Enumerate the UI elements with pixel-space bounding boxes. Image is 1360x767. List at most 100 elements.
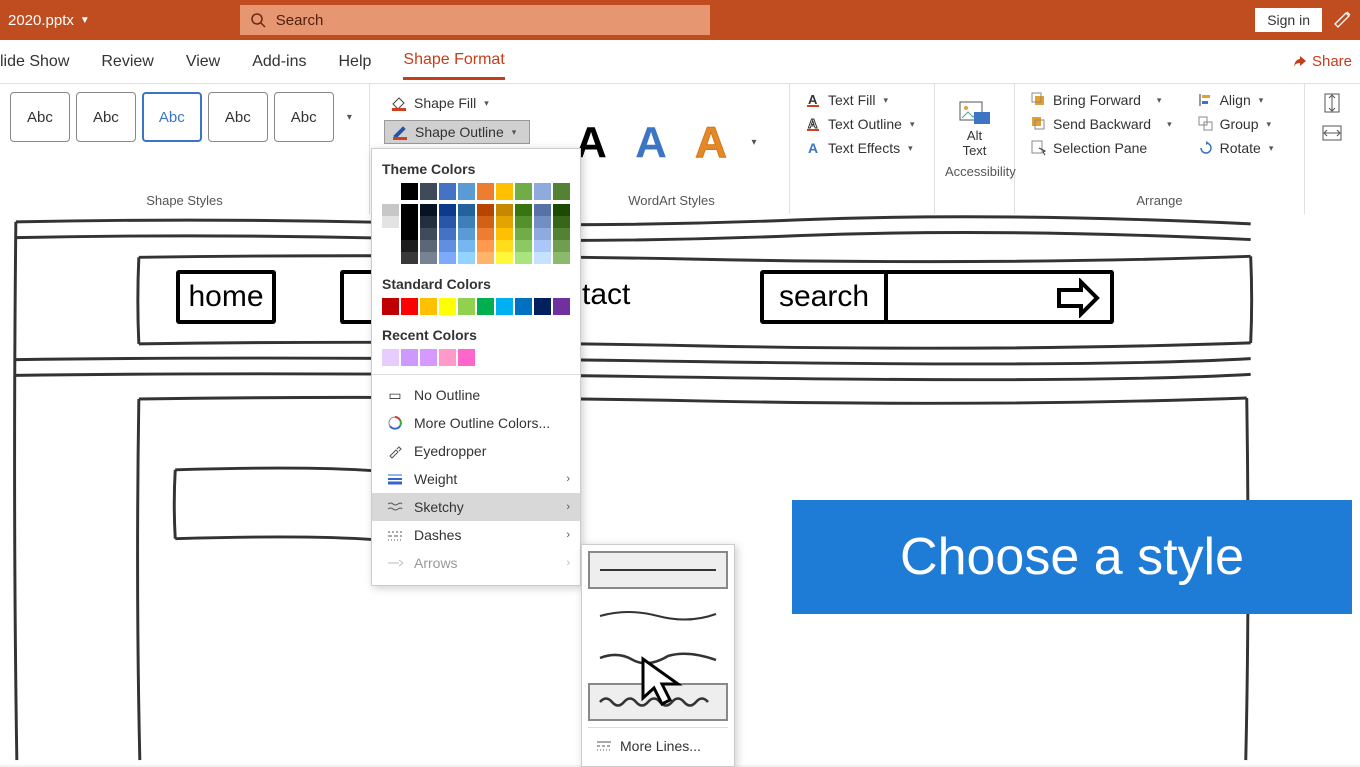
wordart-style-2[interactable]: A bbox=[624, 118, 678, 168]
shape-fill-button[interactable]: Shape Fill▾ bbox=[384, 92, 530, 114]
color-swatch[interactable] bbox=[534, 216, 551, 228]
color-swatch[interactable] bbox=[382, 204, 399, 216]
tab-addins[interactable]: Add-ins bbox=[252, 45, 306, 79]
signin-button[interactable]: Sign in bbox=[1255, 8, 1322, 32]
text-effects-button[interactable]: AText Effects▾ bbox=[806, 140, 924, 156]
dd-weight[interactable]: Weight› bbox=[372, 465, 580, 493]
color-swatch[interactable] bbox=[420, 349, 437, 366]
color-swatch[interactable] bbox=[420, 216, 437, 228]
color-swatch[interactable] bbox=[420, 298, 437, 315]
color-swatch[interactable] bbox=[401, 298, 418, 315]
color-swatch[interactable] bbox=[553, 252, 570, 264]
color-swatch[interactable] bbox=[534, 228, 551, 240]
color-swatch[interactable] bbox=[401, 240, 418, 252]
color-swatch[interactable] bbox=[496, 183, 513, 200]
color-swatch[interactable] bbox=[553, 240, 570, 252]
dd-no-outline[interactable]: ▭No Outline bbox=[372, 381, 580, 409]
color-swatch[interactable] bbox=[496, 298, 513, 315]
shape-style-1[interactable]: Abc bbox=[10, 92, 70, 142]
color-swatch[interactable] bbox=[515, 252, 532, 264]
color-swatch[interactable] bbox=[382, 240, 399, 252]
color-swatch[interactable] bbox=[420, 204, 437, 216]
color-swatch[interactable] bbox=[496, 204, 513, 216]
tab-view[interactable]: View bbox=[186, 45, 220, 79]
shape-style-more[interactable]: ▾ bbox=[340, 92, 359, 142]
color-swatch[interactable] bbox=[477, 240, 494, 252]
alt-text-button[interactable]: Alt Text bbox=[945, 92, 1004, 164]
color-swatch[interactable] bbox=[515, 204, 532, 216]
color-swatch[interactable] bbox=[515, 240, 532, 252]
color-swatch[interactable] bbox=[382, 298, 399, 315]
color-swatch[interactable] bbox=[382, 349, 399, 366]
color-swatch[interactable] bbox=[496, 228, 513, 240]
color-swatch[interactable] bbox=[496, 252, 513, 264]
color-swatch[interactable] bbox=[458, 228, 475, 240]
color-swatch[interactable] bbox=[458, 204, 475, 216]
rotate-button[interactable]: Rotate▾ bbox=[1198, 140, 1274, 156]
color-swatch[interactable] bbox=[458, 252, 475, 264]
color-swatch[interactable] bbox=[496, 240, 513, 252]
color-swatch[interactable] bbox=[420, 183, 437, 200]
text-outline-button[interactable]: AText Outline▾ bbox=[806, 116, 924, 132]
color-swatch[interactable] bbox=[439, 298, 456, 315]
color-swatch[interactable] bbox=[439, 252, 456, 264]
color-swatch[interactable] bbox=[439, 228, 456, 240]
color-swatch[interactable] bbox=[382, 216, 399, 228]
color-swatch[interactable] bbox=[420, 228, 437, 240]
wordart-style-3[interactable]: A bbox=[684, 118, 738, 168]
align-button[interactable]: Align▾ bbox=[1198, 92, 1274, 108]
color-swatch[interactable] bbox=[382, 183, 399, 200]
tab-help[interactable]: Help bbox=[338, 45, 371, 79]
color-swatch[interactable] bbox=[477, 228, 494, 240]
color-swatch[interactable] bbox=[439, 240, 456, 252]
color-swatch[interactable] bbox=[439, 204, 456, 216]
color-swatch[interactable] bbox=[534, 252, 551, 264]
color-swatch[interactable] bbox=[553, 216, 570, 228]
color-swatch[interactable] bbox=[496, 216, 513, 228]
color-swatch[interactable] bbox=[420, 252, 437, 264]
color-swatch[interactable] bbox=[477, 252, 494, 264]
color-swatch[interactable] bbox=[439, 183, 456, 200]
color-swatch[interactable] bbox=[477, 298, 494, 315]
color-swatch[interactable] bbox=[553, 204, 570, 216]
color-swatch[interactable] bbox=[401, 228, 418, 240]
shape-style-4[interactable]: Abc bbox=[208, 92, 268, 142]
color-swatch[interactable] bbox=[515, 228, 532, 240]
shape-style-5[interactable]: Abc bbox=[274, 92, 334, 142]
filename[interactable]: 2020.pptx ▼ bbox=[8, 12, 90, 29]
send-backward-button[interactable]: Send Backward▾ bbox=[1031, 116, 1172, 132]
color-swatch[interactable] bbox=[458, 183, 475, 200]
color-swatch[interactable] bbox=[534, 298, 551, 315]
sketchy-option-straight[interactable] bbox=[588, 551, 728, 589]
dd-sketchy[interactable]: Sketchy› bbox=[372, 493, 580, 521]
search-box[interactable] bbox=[240, 5, 710, 35]
color-swatch[interactable] bbox=[477, 183, 494, 200]
color-swatch[interactable] bbox=[420, 240, 437, 252]
color-swatch[interactable] bbox=[458, 216, 475, 228]
bring-forward-button[interactable]: Bring Forward▾ bbox=[1031, 92, 1172, 108]
color-swatch[interactable] bbox=[553, 228, 570, 240]
color-swatch[interactable] bbox=[439, 349, 456, 366]
color-swatch[interactable] bbox=[515, 298, 532, 315]
color-swatch[interactable] bbox=[401, 204, 418, 216]
color-swatch[interactable] bbox=[477, 204, 494, 216]
color-swatch[interactable] bbox=[382, 252, 399, 264]
sketchy-option-curved[interactable] bbox=[588, 595, 728, 633]
color-swatch[interactable] bbox=[439, 216, 456, 228]
shape-outline-button[interactable]: Shape Outline▾ bbox=[384, 120, 530, 144]
wordart-more[interactable]: ▾ bbox=[744, 118, 764, 168]
color-swatch[interactable] bbox=[534, 183, 551, 200]
color-swatch[interactable] bbox=[477, 216, 494, 228]
color-swatch[interactable] bbox=[458, 240, 475, 252]
dd-eyedropper[interactable]: Eyedropper bbox=[372, 437, 580, 465]
color-swatch[interactable] bbox=[458, 298, 475, 315]
shape-style-2[interactable]: Abc bbox=[76, 92, 136, 142]
color-swatch[interactable] bbox=[401, 183, 418, 200]
tab-review[interactable]: Review bbox=[101, 45, 153, 79]
comingsoon-icon[interactable] bbox=[1332, 10, 1352, 30]
color-swatch[interactable] bbox=[515, 183, 532, 200]
width-icon[interactable] bbox=[1321, 122, 1343, 144]
share-button[interactable]: Share bbox=[1292, 53, 1360, 70]
height-icon[interactable] bbox=[1321, 92, 1343, 114]
color-swatch[interactable] bbox=[382, 228, 399, 240]
